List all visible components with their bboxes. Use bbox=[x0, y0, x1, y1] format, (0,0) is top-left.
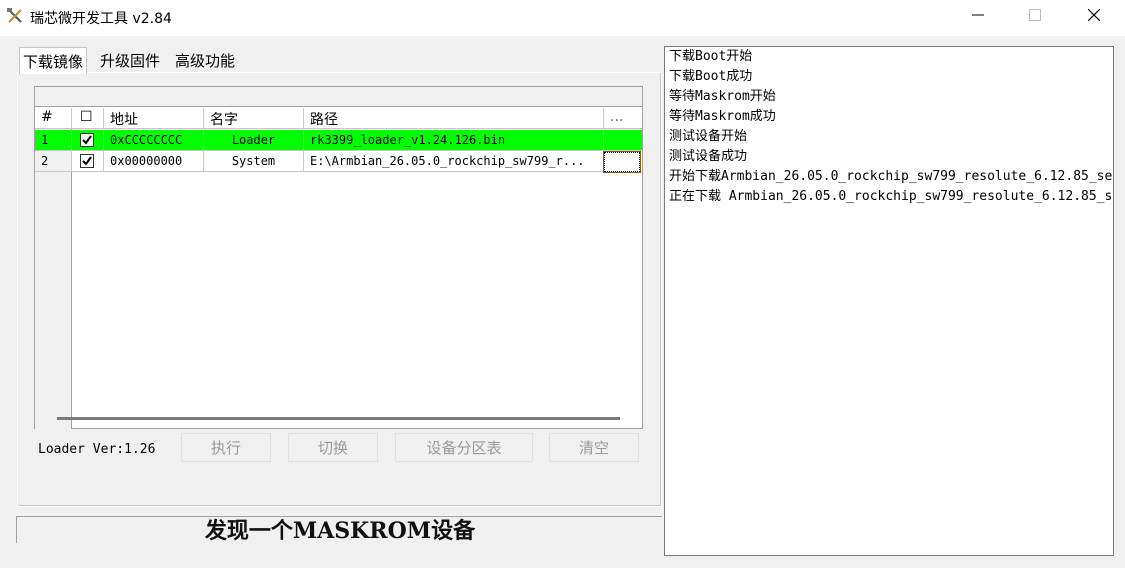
status-message: 发现一个MASKROM设备 bbox=[204, 518, 476, 544]
loader-version: Loader Ver:1.26 bbox=[38, 442, 156, 457]
close-icon bbox=[1087, 8, 1100, 25]
horizontal-scrollbar[interactable] bbox=[57, 417, 620, 420]
header-browse[interactable]: ... bbox=[604, 108, 642, 128]
status-bar: 发现一个MASKROM设备 bbox=[16, 516, 662, 544]
log-line: 等待Maskrom开始 bbox=[669, 89, 776, 104]
log-panel[interactable]: 下载Boot开始 下载Boot成功 等待Maskrom开始 等待Maskrom成… bbox=[664, 46, 1114, 556]
table-row[interactable]: 1 0xCCCCCCCC Loader rk3399_loader_v1.24.… bbox=[35, 130, 642, 151]
image-list-table: # ☐ 地址 名字 路径 ... 1 0xCCCCCCCC Loader rk3… bbox=[34, 86, 643, 429]
table-header: # ☐ 地址 名字 路径 ... bbox=[35, 108, 642, 129]
partition-table-button[interactable]: 设备分区表 bbox=[395, 433, 533, 462]
browse-button[interactable] bbox=[603, 151, 641, 173]
header-address[interactable]: 地址 bbox=[104, 108, 204, 128]
row-checkbox[interactable] bbox=[80, 154, 94, 168]
switch-button[interactable]: 切换 bbox=[288, 433, 378, 462]
row-path[interactable]: rk3399_loader_v1.24.126.bin bbox=[304, 130, 604, 151]
log-line: 下载Boot成功 bbox=[669, 69, 753, 84]
header-name[interactable]: 名字 bbox=[204, 108, 304, 128]
close-button[interactable] bbox=[1065, 0, 1122, 34]
row-number: 2 bbox=[35, 151, 72, 172]
row-address[interactable]: 0x00000000 bbox=[104, 151, 204, 172]
maximize-icon bbox=[1028, 9, 1041, 25]
row-checkbox-cell bbox=[72, 151, 104, 172]
log-line: 测试设备成功 bbox=[669, 149, 748, 164]
row-name[interactable]: Loader bbox=[204, 130, 304, 151]
header-path[interactable]: 路径 bbox=[304, 108, 604, 128]
row-path[interactable]: E:\Armbian_26.05.0_rockchip_sw799_r... bbox=[304, 151, 604, 172]
window-title: 瑞芯微开发工具 v2.84 bbox=[30, 11, 172, 27]
log-line: 开始下载Armbian_26.05.0_rockchip_sw799_resol… bbox=[669, 169, 1114, 184]
header-number[interactable]: # bbox=[35, 108, 72, 128]
tab-download-image[interactable]: 下载镜像 bbox=[19, 47, 88, 74]
log-line: 测试设备开始 bbox=[669, 129, 748, 144]
row-number-column bbox=[35, 129, 72, 429]
table-top-strip bbox=[35, 87, 642, 107]
tools-icon bbox=[6, 7, 24, 25]
table-row[interactable]: 2 0x00000000 System E:\Armbian_26.05.0_r… bbox=[35, 151, 642, 172]
header-check[interactable]: ☐ bbox=[72, 108, 104, 128]
title-bar: 瑞芯微开发工具 v2.84 bbox=[0, 0, 1125, 36]
row-name[interactable]: System bbox=[204, 151, 304, 172]
log-line: 下载Boot开始 bbox=[669, 49, 753, 64]
minimize-icon bbox=[971, 9, 984, 25]
row-address[interactable]: 0xCCCCCCCC bbox=[104, 130, 204, 151]
row-number: 1 bbox=[35, 130, 72, 151]
row-browse-cell[interactable] bbox=[604, 130, 642, 151]
row-checkbox-cell bbox=[72, 130, 104, 151]
log-line: 等待Maskrom成功 bbox=[669, 109, 776, 124]
row-checkbox[interactable] bbox=[80, 133, 94, 147]
clear-button[interactable]: 清空 bbox=[549, 433, 639, 462]
minimize-button[interactable] bbox=[949, 0, 1006, 34]
execute-button[interactable]: 执行 bbox=[181, 433, 271, 462]
tab-upgrade-firmware[interactable]: 升级固件 bbox=[97, 47, 163, 73]
tab-advanced[interactable]: 高级功能 bbox=[172, 47, 238, 73]
log-line: 正在下载 Armbian_26.05.0_rockchip_sw799_reso… bbox=[669, 189, 1114, 204]
maximize-button[interactable] bbox=[1006, 0, 1063, 34]
